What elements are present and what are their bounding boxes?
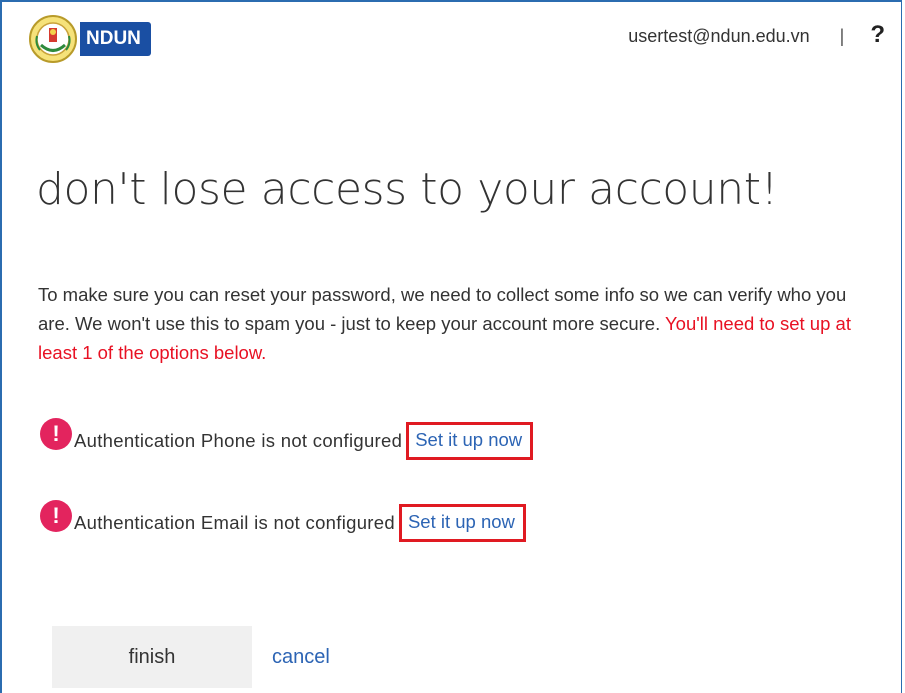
help-icon[interactable]: ? bbox=[870, 22, 885, 47]
setup-phone-link[interactable]: Set it up now bbox=[406, 422, 534, 460]
actions-bar: finish cancel bbox=[52, 626, 330, 688]
logo: NDUN bbox=[28, 14, 151, 64]
finish-button[interactable]: finish bbox=[52, 626, 252, 688]
intro-paragraph: To make sure you can reset your password… bbox=[38, 280, 868, 367]
phone-method-row: ! Authentication Phone is not configured… bbox=[40, 418, 534, 460]
university-seal-icon bbox=[28, 14, 78, 64]
setup-email-link[interactable]: Set it up now bbox=[398, 504, 526, 542]
phone-status-text: Authentication Phone is not configured bbox=[74, 430, 403, 451]
email-method-row: ! Authentication Email is not configured… bbox=[40, 500, 526, 542]
exclamation-circle-icon: ! bbox=[40, 418, 72, 450]
separator: | bbox=[839, 26, 845, 46]
user-email: usertest@ndun.edu.vn bbox=[628, 26, 810, 46]
email-status-text: Authentication Email is not configured bbox=[74, 512, 395, 533]
page-title: don't lose access to your account! bbox=[36, 164, 778, 215]
header: NDUN usertest@ndun.edu.vn | ? bbox=[0, 0, 905, 63]
brand-name: NDUN bbox=[80, 22, 151, 56]
user-area: usertest@ndun.edu.vn | ? bbox=[628, 22, 885, 47]
exclamation-circle-icon: ! bbox=[40, 500, 72, 532]
cancel-link[interactable]: cancel bbox=[272, 646, 330, 669]
